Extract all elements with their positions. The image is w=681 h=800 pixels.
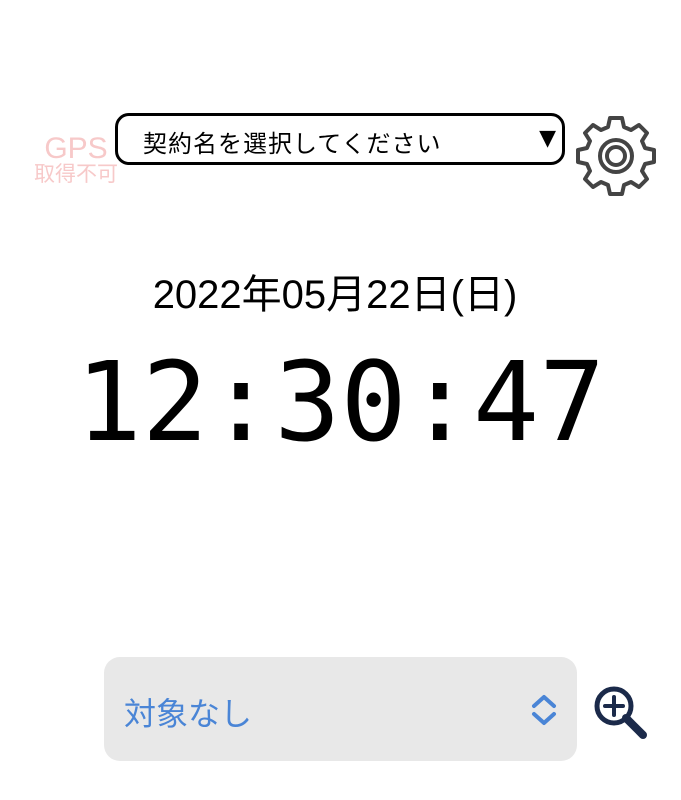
- chevron-up-down-icon: [532, 695, 556, 725]
- gps-status-text: 取得不可: [34, 162, 118, 186]
- gps-status: GPS 取得不可: [24, 134, 128, 185]
- gear-icon: [576, 116, 656, 196]
- contract-select[interactable]: 契約名を選択してください ▼: [115, 113, 565, 165]
- target-select[interactable]: 対象なし: [104, 657, 577, 761]
- settings-button[interactable]: [573, 113, 659, 199]
- caret-down-icon: ▼: [539, 126, 556, 151]
- zoom-button[interactable]: [590, 684, 650, 744]
- contract-select-label: 契約名を選択してください: [143, 130, 442, 158]
- current-time: 12:30:47: [75, 338, 606, 466]
- zoom-in-icon: [594, 686, 647, 739]
- gps-label: GPS: [44, 132, 108, 165]
- current-date: 2022年05月22日(日): [152, 273, 518, 317]
- target-select-value: 対象なし: [124, 695, 253, 733]
